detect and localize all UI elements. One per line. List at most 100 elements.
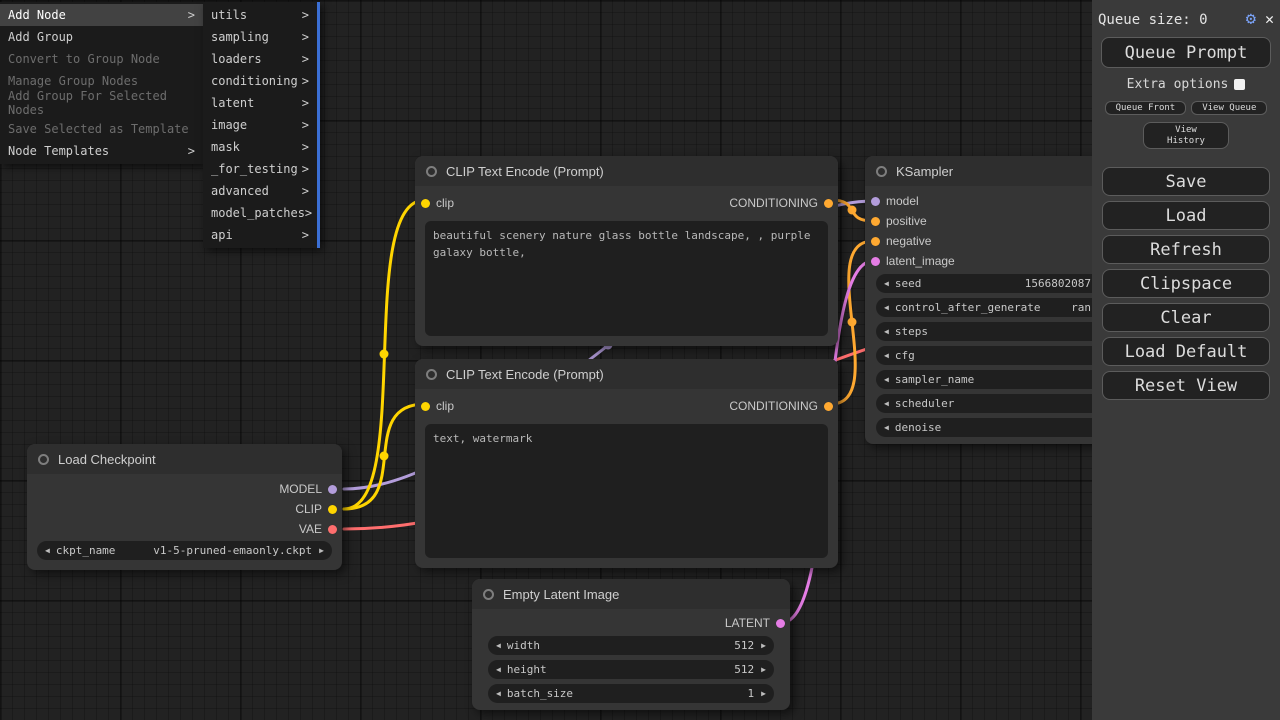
settings-gear-icon[interactable]: ⚙ xyxy=(1246,11,1256,28)
prompt-textarea[interactable]: beautiful scenery nature glass bottle la… xyxy=(425,221,828,336)
input-slot-clip[interactable]: clip xyxy=(415,399,454,413)
increment-arrow-icon[interactable]: ▶ xyxy=(761,689,766,698)
output-slot-latent[interactable]: LATENT xyxy=(725,613,790,633)
input-slot-positive[interactable]: positive xyxy=(865,211,1115,231)
decrement-arrow-icon[interactable]: ◀ xyxy=(884,423,889,432)
submenu-item-api[interactable]: api > xyxy=(203,224,317,246)
decrement-arrow-icon[interactable]: ◀ xyxy=(496,689,501,698)
node-clip-text-encode-1[interactable]: CLIP Text Encode (Prompt) clip CONDITION… xyxy=(415,156,838,346)
widget-cfg[interactable]: ◀ cfg xyxy=(876,346,1106,365)
input-slot-clip[interactable]: clip xyxy=(415,196,454,210)
output-slot-clip[interactable]: CLIP xyxy=(295,499,342,519)
node-ksampler[interactable]: KSampler model positive negative latent_… xyxy=(865,156,1115,444)
submenu-item-model-patches[interactable]: model_patches > xyxy=(203,202,317,224)
model-slot-dot[interactable] xyxy=(328,485,337,494)
load-default-button[interactable]: Load Default xyxy=(1102,337,1270,366)
input-slot-model[interactable]: model xyxy=(865,191,1115,211)
output-slot-vae[interactable]: VAE xyxy=(299,519,342,539)
decrement-arrow-icon[interactable]: ◀ xyxy=(884,303,889,312)
decrement-arrow-icon[interactable]: ◀ xyxy=(884,351,889,360)
queue-front-button[interactable]: Queue Front xyxy=(1105,101,1187,115)
collapse-dot-icon[interactable] xyxy=(483,589,494,600)
next-option-arrow-icon[interactable]: ▶ xyxy=(319,546,324,555)
submenu-item-for-testing[interactable]: _for_testing > xyxy=(203,158,317,180)
input-slot-latent-image[interactable]: latent_image xyxy=(865,251,1115,271)
submenu-item-loaders[interactable]: loaders > xyxy=(203,48,317,70)
decrement-arrow-icon[interactable]: ◀ xyxy=(496,665,501,674)
menu-item-node-templates[interactable]: Node Templates > xyxy=(0,140,203,162)
slot-label: CONDITIONING xyxy=(729,196,818,210)
view-queue-button[interactable]: View Queue xyxy=(1191,101,1267,115)
reset-view-button[interactable]: Reset View xyxy=(1102,371,1270,400)
conditioning-slot-dot[interactable] xyxy=(871,237,880,246)
extra-options-checkbox[interactable] xyxy=(1234,79,1245,90)
model-slot-dot[interactable] xyxy=(871,197,880,206)
decrement-arrow-icon[interactable]: ◀ xyxy=(884,399,889,408)
clip-slot-dot[interactable] xyxy=(328,505,337,514)
vae-slot-dot[interactable] xyxy=(328,525,337,534)
widget-seed[interactable]: ◀ seed 1566802087 xyxy=(876,274,1106,293)
clip-slot-dot[interactable] xyxy=(421,199,430,208)
submenu-arrow-icon: > xyxy=(188,8,195,22)
decrement-arrow-icon[interactable]: ◀ xyxy=(496,641,501,650)
collapse-dot-icon[interactable] xyxy=(876,166,887,177)
collapse-dot-icon[interactable] xyxy=(38,454,49,465)
conditioning-slot-dot[interactable] xyxy=(824,199,833,208)
submenu-arrow-icon: > xyxy=(302,228,309,242)
decrement-arrow-icon[interactable]: ◀ xyxy=(884,279,889,288)
menu-item-add-node[interactable]: Add Node > xyxy=(0,4,203,26)
menu-item-add-group[interactable]: Add Group xyxy=(0,26,203,48)
widget-control-after-generate[interactable]: ◀ control_after_generate ran xyxy=(876,298,1106,317)
node-title-bar[interactable]: CLIP Text Encode (Prompt) xyxy=(415,156,838,186)
node-title-bar[interactable]: CLIP Text Encode (Prompt) xyxy=(415,359,838,389)
prompt-textarea[interactable]: text, watermark xyxy=(425,424,828,558)
submenu-item-image[interactable]: image > xyxy=(203,114,317,136)
collapse-dot-icon[interactable] xyxy=(426,166,437,177)
node-clip-text-encode-2[interactable]: CLIP Text Encode (Prompt) clip CONDITION… xyxy=(415,359,838,568)
widget-sampler-name[interactable]: ◀ sampler_name xyxy=(876,370,1106,389)
conditioning-slot-dot[interactable] xyxy=(824,402,833,411)
node-load-checkpoint[interactable]: Load Checkpoint MODEL CLIP VAE ◀ ckpt_na… xyxy=(27,444,342,570)
refresh-button[interactable]: Refresh xyxy=(1102,235,1270,264)
load-button[interactable]: Load xyxy=(1102,201,1270,230)
output-slot-conditioning[interactable]: CONDITIONING xyxy=(729,196,838,210)
clear-button[interactable]: Clear xyxy=(1102,303,1270,332)
increment-arrow-icon[interactable]: ▶ xyxy=(761,665,766,674)
output-slot-conditioning[interactable]: CONDITIONING xyxy=(729,399,838,413)
save-button[interactable]: Save xyxy=(1102,167,1270,196)
output-slot-model[interactable]: MODEL xyxy=(279,479,342,499)
view-history-button[interactable]: View History xyxy=(1143,122,1229,149)
decrement-arrow-icon[interactable]: ◀ xyxy=(884,327,889,336)
conditioning-slot-dot[interactable] xyxy=(871,217,880,226)
input-slot-negative[interactable]: negative xyxy=(865,231,1115,251)
clipspace-button[interactable]: Clipspace xyxy=(1102,269,1270,298)
graph-canvas[interactable]: CLIP Text Encode (Prompt) clip CONDITION… xyxy=(0,0,1280,720)
close-icon[interactable]: ✕ xyxy=(1265,12,1274,27)
menu-item-label: image xyxy=(211,118,247,132)
widget-steps[interactable]: ◀ steps xyxy=(876,322,1106,341)
widget-batch-size[interactable]: ◀ batch_size 1 ▶ xyxy=(488,684,774,703)
submenu-item-latent[interactable]: latent > xyxy=(203,92,317,114)
widget-width[interactable]: ◀ width 512 ▶ xyxy=(488,636,774,655)
submenu-item-utils[interactable]: utils > xyxy=(203,4,317,26)
submenu-item-mask[interactable]: mask > xyxy=(203,136,317,158)
node-title-bar[interactable]: Empty Latent Image xyxy=(472,579,790,609)
node-empty-latent-image[interactable]: Empty Latent Image LATENT ◀ width 512 ▶ … xyxy=(472,579,790,710)
widget-ckpt-name[interactable]: ◀ ckpt_name v1-5-pruned-emaonly.ckpt ▶ xyxy=(37,541,332,560)
prev-option-arrow-icon[interactable]: ◀ xyxy=(45,546,50,555)
latent-slot-dot[interactable] xyxy=(871,257,880,266)
increment-arrow-icon[interactable]: ▶ xyxy=(761,641,766,650)
clip-slot-dot[interactable] xyxy=(421,402,430,411)
submenu-item-sampling[interactable]: sampling > xyxy=(203,26,317,48)
collapse-dot-icon[interactable] xyxy=(426,369,437,380)
widget-scheduler[interactable]: ◀ scheduler xyxy=(876,394,1106,413)
submenu-item-advanced[interactable]: advanced > xyxy=(203,180,317,202)
widget-denoise[interactable]: ◀ denoise xyxy=(876,418,1106,437)
latent-slot-dot[interactable] xyxy=(776,619,785,628)
widget-height[interactable]: ◀ height 512 ▶ xyxy=(488,660,774,679)
queue-prompt-button[interactable]: Queue Prompt xyxy=(1101,37,1271,68)
decrement-arrow-icon[interactable]: ◀ xyxy=(884,375,889,384)
submenu-item-conditioning[interactable]: conditioning > xyxy=(203,70,317,92)
node-title-bar[interactable]: Load Checkpoint xyxy=(27,444,342,474)
node-title-bar[interactable]: KSampler xyxy=(865,156,1115,186)
